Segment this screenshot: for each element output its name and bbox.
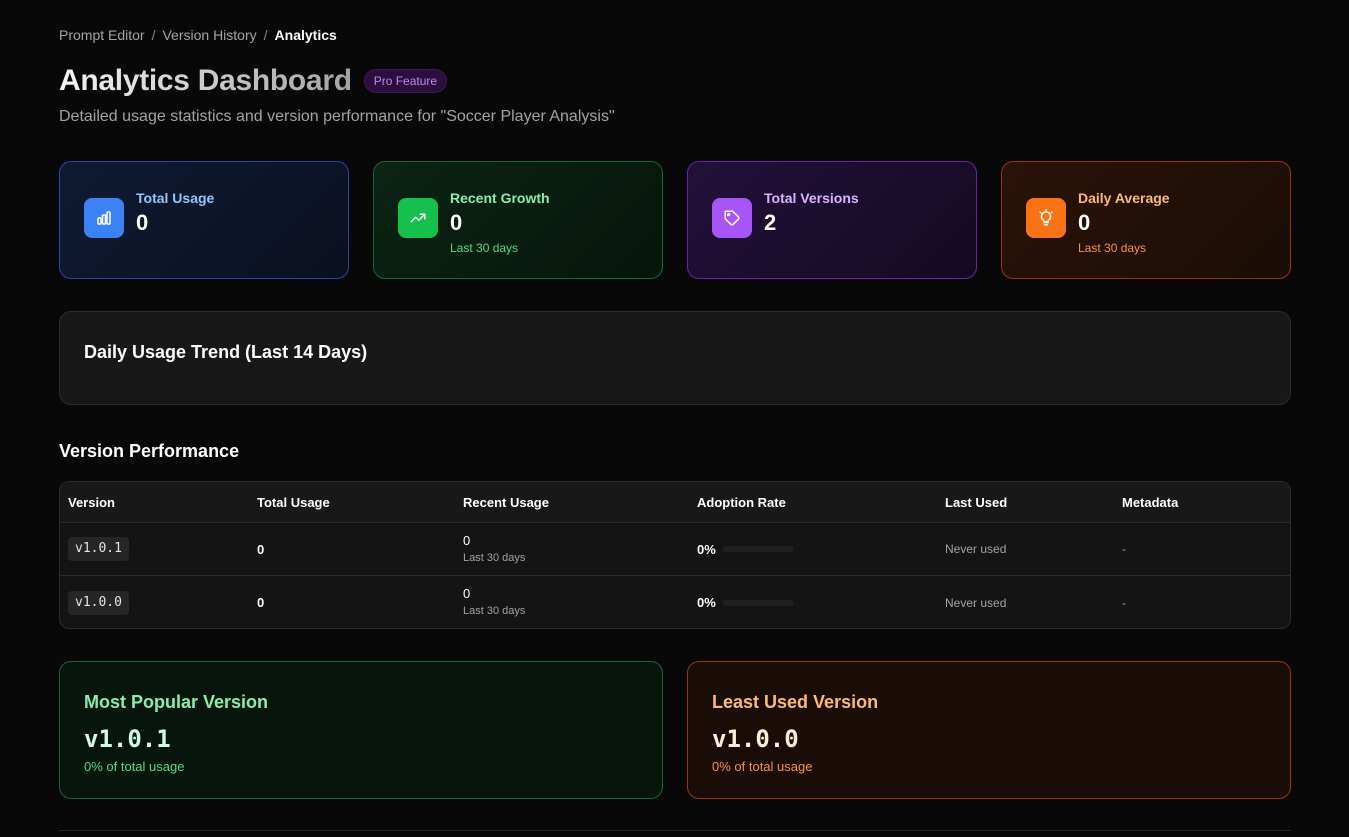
stat-value: 0 — [1078, 210, 1091, 235]
adoption-rate-cell: 0% — [697, 576, 794, 628]
most-popular-version: v1.0.1 — [84, 725, 171, 753]
stat-content: Daily Average 0 Last 30 days — [1078, 187, 1170, 256]
stat-value: 0 — [450, 210, 463, 235]
version-cell: v1.0.1 — [68, 523, 129, 575]
stat-card-daily-average: Daily Average 0 Last 30 days — [1001, 161, 1291, 279]
page-title: Analytics Dashboard — [59, 62, 352, 100]
recent-usage-value: 0 — [463, 532, 471, 548]
most-popular-title: Most Popular Version — [84, 692, 269, 712]
version-performance-title: Version Performance — [59, 441, 240, 461]
stat-card-total-usage: Total Usage 0 — [59, 161, 349, 279]
trending-up-icon — [398, 198, 438, 238]
adoption-rate-value: 0% — [697, 595, 716, 610]
breadcrumb-analytics: Analytics — [274, 27, 337, 43]
adoption-rate-cell: 0% — [697, 523, 794, 575]
stat-label: Daily Average — [1078, 190, 1170, 206]
adoption-progress-bar — [721, 546, 794, 552]
recent-usage-period: Last 30 days — [463, 605, 526, 617]
stat-subtext: Last 30 days — [450, 241, 519, 255]
version-cell: v1.0.0 — [68, 576, 129, 628]
stat-content: Recent Growth 0 Last 30 days — [450, 187, 550, 256]
page-subtitle: Detailed usage statistics and version pe… — [59, 108, 615, 125]
recent-usage-period: Last 30 days — [463, 551, 526, 564]
footer-divider — [59, 830, 1291, 831]
least-used-version: v1.0.0 — [712, 725, 799, 753]
least-used-title: Least Used Version — [712, 692, 879, 712]
version-chip: v1.0.0 — [68, 590, 129, 615]
last-used-cell: Never used — [945, 595, 1007, 610]
least-used-share: 0% of total usage — [712, 759, 813, 774]
stat-subtext: Last 30 days — [1078, 241, 1147, 255]
stat-content: Total Versions 2 — [764, 187, 859, 238]
daily-usage-trend-card: Daily Usage Trend (Last 14 Days) — [59, 311, 1291, 405]
recent-usage-value: 0 — [463, 586, 471, 601]
lightbulb-icon — [1026, 198, 1066, 238]
stat-content: Total Usage 0 — [136, 187, 214, 238]
version-performance-table: Version Total Usage Recent Usage Adoptio… — [59, 481, 1291, 629]
stat-card-recent-growth: Recent Growth 0 Last 30 days — [373, 161, 663, 279]
recent-usage-cell: 0 Last 30 days — [463, 576, 526, 628]
column-header-version: Version — [68, 494, 115, 510]
column-header-adoption-rate: Adoption Rate — [697, 494, 786, 510]
column-header-metadata: Metadata — [1122, 494, 1179, 510]
column-header-total-usage: Total Usage — [257, 494, 330, 510]
breadcrumb-separator: / — [151, 27, 156, 43]
metadata-cell: - — [1122, 542, 1126, 556]
table-row[interactable]: v1.0.1 0 0 Last 30 days 0% Never used - — [60, 523, 1290, 576]
recent-usage-cell: 0 Last 30 days — [463, 523, 525, 575]
breadcrumb: Prompt Editor / Version History / Analyt… — [59, 27, 337, 43]
stat-value: 0 — [136, 210, 149, 235]
least-used-version-card: Least Used Version v1.0.0 0% of total us… — [687, 661, 1291, 799]
stat-card-total-versions: Total Versions 2 — [687, 161, 977, 279]
column-header-last-used: Last Used — [945, 494, 1008, 510]
total-usage-cell: 0 — [257, 541, 265, 557]
stat-label: Total Versions — [764, 190, 859, 206]
version-chip: v1.0.1 — [68, 537, 129, 561]
stat-label: Total Usage — [136, 190, 215, 206]
trend-title: Daily Usage Trend (Last 14 Days) — [84, 342, 368, 362]
bar-chart-icon — [84, 198, 124, 238]
breadcrumb-version-history[interactable]: Version History — [162, 27, 256, 43]
tag-icon — [712, 198, 752, 238]
column-header-recent-usage: Recent Usage — [463, 494, 549, 510]
adoption-rate-value: 0% — [697, 541, 716, 557]
title-row: Analytics Dashboard Pro Feature — [59, 62, 448, 100]
total-usage-cell: 0 — [257, 595, 265, 610]
table-header-row: Version Total Usage Recent Usage Adoptio… — [60, 482, 1290, 523]
stat-value: 2 — [764, 210, 777, 235]
adoption-progress-bar — [721, 599, 794, 606]
most-popular-share: 0% of total usage — [84, 759, 185, 774]
most-popular-version-card: Most Popular Version v1.0.1 0% of total … — [59, 661, 663, 799]
last-used-cell: Never used — [945, 542, 1007, 556]
table-row[interactable]: v1.0.0 0 0 Last 30 days 0% Never used - — [60, 576, 1290, 628]
breadcrumb-prompt-editor[interactable]: Prompt Editor — [59, 27, 145, 43]
breadcrumb-separator: / — [263, 27, 268, 43]
stat-label: Recent Growth — [450, 190, 550, 206]
pro-feature-badge: Pro Feature — [363, 69, 448, 93]
metadata-cell: - — [1122, 595, 1126, 610]
